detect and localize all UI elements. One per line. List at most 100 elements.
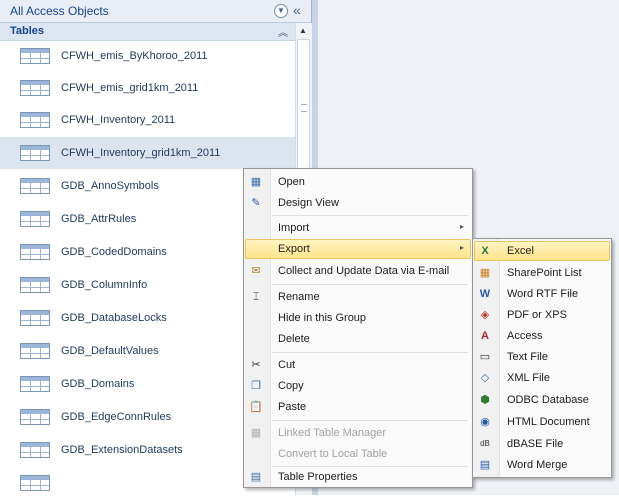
menu-item-label: Excel — [507, 245, 534, 257]
table-icon — [20, 80, 50, 96]
menu-item-label: Linked Table Manager — [278, 427, 387, 439]
menu-item-label: XML File — [507, 372, 550, 384]
dbase-icon: dB — [480, 439, 490, 448]
item-label: CFWH_emis_ByKhoroo_2011 — [61, 50, 208, 62]
menu-item-label: Access — [507, 330, 543, 342]
list-item[interactable]: CFWH_Inventory_2011 — [0, 104, 295, 136]
list-item[interactable]: CFWH_emis_grid1km_2011 — [0, 72, 295, 104]
menu-item-open[interactable]: ▦ Open — [244, 172, 472, 192]
menu-item-design-view[interactable]: ✎ Design View — [244, 193, 472, 213]
table-icon — [20, 376, 50, 392]
table-icon — [20, 409, 50, 425]
menu-item-copy[interactable]: ❐ Copy — [244, 376, 472, 396]
excel-icon: X — [481, 245, 489, 257]
item-label: GDB_AnnoSymbols — [61, 180, 159, 192]
menu-item-label: Word Merge — [507, 459, 568, 471]
menu-item-label: Design View — [278, 197, 339, 209]
list-item[interactable]: CFWH_emis_ByKhoroo_2011 — [0, 40, 295, 72]
menu-item-linked-table-manager[interactable]: ▦ Linked Table Manager — [244, 423, 472, 443]
export-item-html[interactable]: ◉ HTML Document — [473, 412, 611, 432]
item-label: GDB_EdgeConnRules — [61, 411, 172, 423]
scissors-icon: ✂ — [251, 359, 261, 371]
item-label: GDB_ColumnInfo — [61, 279, 148, 291]
export-item-word-merge[interactable]: ▤ Word Merge — [473, 455, 611, 475]
shutter-close-icon[interactable]: « — [293, 2, 301, 18]
menu-item-label: Hide in this Group — [278, 312, 367, 324]
item-label: GDB_ExtensionDatasets — [61, 444, 183, 456]
xml-icon: ◇ — [480, 372, 490, 384]
export-item-dbase[interactable]: dB dBASE File — [473, 434, 611, 454]
table-icon — [20, 277, 50, 293]
export-item-word-rtf[interactable]: W Word RTF File — [473, 284, 611, 304]
chevron-down-icon[interactable]: ▼ — [274, 4, 288, 18]
export-item-odbc[interactable]: ⬢ ODBC Database — [473, 390, 611, 410]
menu-item-label: Rename — [278, 291, 320, 303]
menu-item-cut[interactable]: ✂ Cut — [244, 355, 472, 375]
word-rtf-icon: W — [479, 288, 491, 300]
sharepoint-icon: ▦ — [479, 267, 491, 279]
menu-item-rename[interactable]: ⌶ Rename — [244, 287, 472, 307]
menu-item-label: HTML Document — [507, 416, 590, 428]
menu-separator — [272, 352, 468, 353]
menu-item-delete[interactable]: Delete — [244, 329, 472, 349]
submenu-arrow-icon: ▸ — [459, 243, 464, 252]
navigation-pane-header[interactable]: All Access Objects ▼ « — [0, 0, 311, 23]
export-item-access[interactable]: A Access — [473, 326, 611, 346]
odbc-icon: ⬢ — [480, 394, 490, 406]
html-icon: ◉ — [480, 416, 490, 428]
menu-item-label: Open — [278, 176, 305, 188]
navigation-pane-title: All Access Objects — [10, 4, 109, 18]
export-item-text-file[interactable]: ▭ Text File — [473, 347, 611, 367]
menu-item-collect-data[interactable]: ✉ Collect and Update Data via E-mail — [244, 261, 472, 281]
menu-item-label: Word RTF File — [507, 288, 579, 300]
menu-item-table-properties[interactable]: ▤ Table Properties — [244, 467, 472, 487]
menu-item-label: Text File — [507, 351, 548, 363]
scroll-up-arrow-icon[interactable]: ▲ — [299, 26, 307, 35]
group-label: Tables — [10, 25, 45, 37]
item-label: CFWH_emis_grid1km_2011 — [61, 82, 199, 94]
properties-icon: ▤ — [250, 471, 262, 483]
copy-icon: ❐ — [251, 380, 261, 392]
text-file-icon: ▭ — [479, 351, 491, 363]
menu-item-label: dBASE File — [507, 438, 564, 450]
group-header-tables[interactable]: Tables ︽ — [0, 23, 295, 41]
menu-item-label: Table Properties — [278, 471, 358, 483]
menu-separator — [272, 284, 468, 285]
table-icon — [20, 244, 50, 260]
menu-item-paste[interactable]: 📋 Paste — [244, 397, 472, 417]
item-label: GDB_Domains — [61, 378, 135, 390]
list-item-selected[interactable]: CFWH_Inventory_grid1km_2011 — [0, 137, 295, 169]
menu-item-label: Paste — [278, 401, 307, 413]
table-icon — [20, 48, 50, 64]
export-item-xml-file[interactable]: ◇ XML File — [473, 368, 611, 388]
menu-item-label: Cut — [278, 359, 296, 371]
rename-icon: ⌶ — [252, 291, 260, 303]
menu-item-export[interactable]: Export ▸ — [244, 239, 472, 259]
menu-item-label: SharePoint List — [507, 267, 582, 279]
menu-item-label: Collect and Update Data via E-mail — [278, 265, 450, 277]
menu-item-import[interactable]: Import ▸ — [244, 218, 472, 238]
word-merge-icon: ▤ — [479, 459, 491, 471]
menu-separator — [272, 420, 468, 421]
table-icon — [20, 310, 50, 326]
menu-item-convert-to-local[interactable]: Convert to Local Table — [244, 444, 472, 464]
menu-item-hide-in-group[interactable]: Hide in this Group — [244, 308, 472, 328]
table-icon — [20, 145, 50, 161]
item-label: GDB_DefaultValues — [61, 345, 159, 357]
export-item-sharepoint[interactable]: ▦ SharePoint List — [473, 263, 611, 283]
table-icon — [20, 178, 50, 194]
menu-item-label: PDF or XPS — [507, 309, 567, 321]
table-icon — [20, 475, 50, 491]
export-item-pdf-xps[interactable]: ◈ PDF or XPS — [473, 305, 611, 325]
highlight — [474, 241, 610, 261]
export-item-excel[interactable]: X Excel — [473, 241, 611, 261]
item-label: GDB_DatabaseLocks — [61, 312, 167, 324]
grip-icon — [301, 104, 307, 112]
item-label: CFWH_Inventory_grid1km_2011 — [61, 147, 221, 159]
email-collect-icon: ✉ — [251, 265, 261, 277]
menu-separator — [272, 215, 468, 216]
context-menu: ▦ Open ✎ Design View Import ▸ Export ▸ ✉ Coll… — [243, 168, 473, 488]
linked-table-icon: ▦ — [250, 427, 262, 439]
menu-item-label: Copy — [278, 380, 304, 392]
double-chevron-up-icon[interactable]: ︽ — [278, 24, 288, 39]
